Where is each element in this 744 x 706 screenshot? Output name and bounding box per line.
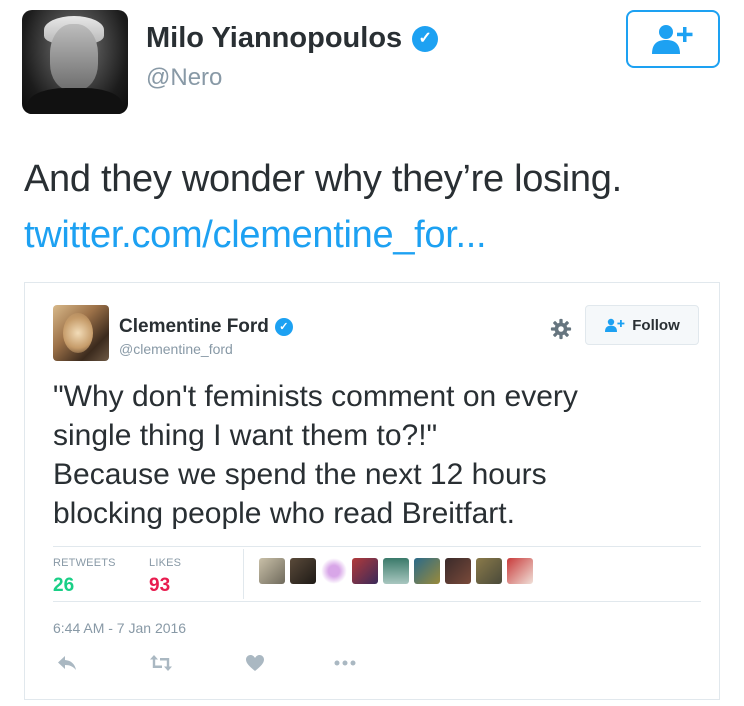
avatar-highlight <box>63 313 93 353</box>
verified-badge-icon: ✓ <box>274 318 293 336</box>
author-avatar[interactable] <box>22 10 128 114</box>
author-name-row[interactable]: Milo Yiannopoulos ✓ <box>146 22 439 55</box>
liker-avatar[interactable] <box>321 558 347 584</box>
liker-avatar[interactable] <box>445 558 471 584</box>
more-dots-icon <box>334 660 356 666</box>
verified-badge-icon: ✓ <box>412 25 439 52</box>
retweet-button[interactable] <box>149 653 173 673</box>
tweet-line: "Why don't feminists comment on every <box>53 380 578 413</box>
retweet-icon <box>150 655 172 671</box>
timestamp[interactable]: 6:44 AM - 7 Jan 2016 <box>53 620 186 636</box>
tweet-text: And they wonder why they’re losing. <box>24 158 622 200</box>
gear-button[interactable] <box>549 317 573 341</box>
embedded-tweet-card: Clementine Ford ✓ @clementine_ford Follo… <box>24 282 720 700</box>
likes-stat[interactable]: LIKES 93 <box>149 557 181 597</box>
divider <box>53 601 701 602</box>
tweet-line: Because we spend the next 12 hours <box>53 458 547 491</box>
add-user-icon <box>605 318 625 332</box>
avatar-shoulders <box>28 88 122 114</box>
reply-button[interactable] <box>55 653 79 673</box>
embedded-author-handle[interactable]: @clementine_ford <box>119 341 233 357</box>
embedded-tweet-text: "Why don't feminists comment on every si… <box>53 377 683 533</box>
retweets-label: RETWEETS <box>53 557 116 569</box>
avatar-face <box>50 24 98 90</box>
author-handle[interactable]: @Nero <box>146 64 222 92</box>
heart-icon <box>246 655 264 671</box>
embedded-author-avatar[interactable] <box>53 305 109 361</box>
reply-icon <box>58 656 76 670</box>
liker-avatar[interactable] <box>476 558 502 584</box>
likes-label: LIKES <box>149 557 182 569</box>
likes-count: 93 <box>149 575 171 596</box>
embedded-author-name-row[interactable]: Clementine Ford ✓ <box>119 316 293 338</box>
liker-avatar[interactable] <box>352 558 378 584</box>
liker-avatar[interactable] <box>414 558 440 584</box>
author-name[interactable]: Milo Yiannopoulos <box>146 22 402 55</box>
add-user-icon <box>652 25 693 54</box>
liker-avatar[interactable] <box>290 558 316 584</box>
retweets-count: 26 <box>53 575 75 596</box>
tweet-line: single thing I want them to?!" <box>53 419 438 452</box>
gear-icon <box>550 318 572 340</box>
like-button[interactable] <box>243 653 267 673</box>
retweets-stat[interactable]: RETWEETS 26 <box>53 557 116 597</box>
follow-button[interactable] <box>626 10 720 68</box>
liker-avatar[interactable] <box>507 558 533 584</box>
more-button[interactable] <box>333 653 357 673</box>
follow-label: Follow <box>632 316 680 334</box>
likers-avatars <box>259 558 533 584</box>
liker-avatar[interactable] <box>259 558 285 584</box>
embedded-follow-button[interactable]: Follow <box>585 305 699 345</box>
stats-separator <box>243 549 244 599</box>
tweet-line: blocking people who read Breitfart. <box>53 497 515 530</box>
embedded-author-name[interactable]: Clementine Ford <box>119 316 269 338</box>
divider <box>53 546 701 547</box>
tweet-link[interactable]: twitter.com/clementine_for... <box>24 214 487 257</box>
liker-avatar[interactable] <box>383 558 409 584</box>
